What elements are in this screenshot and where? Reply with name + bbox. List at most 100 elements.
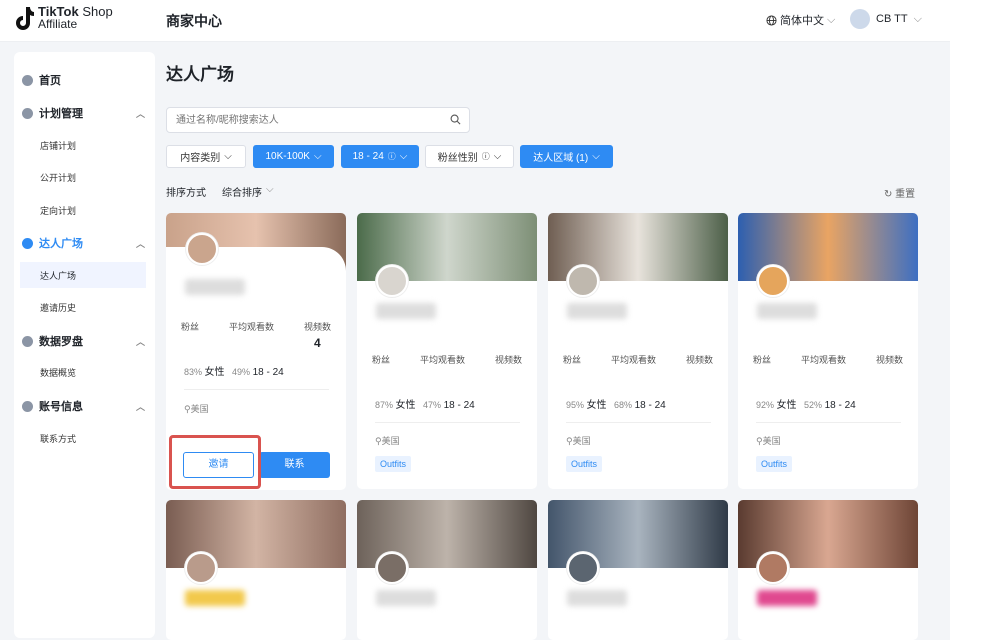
filter-content-category[interactable]: 内容类别 ⌵ xyxy=(166,145,246,168)
home-icon xyxy=(22,74,33,86)
search-icon[interactable] xyxy=(450,114,461,125)
reset-button[interactable]: ↻ 重置 xyxy=(884,185,915,200)
sort-dropdown[interactable]: 综合排序 ⌵ xyxy=(222,184,274,199)
filter-age-range[interactable]: 18 - 24 ⓘ ⌵ xyxy=(341,145,419,168)
creator-name-redacted xyxy=(757,303,817,319)
reset-label: 重置 xyxy=(895,189,916,200)
avg-views-label: 平均观看数 xyxy=(228,322,274,332)
sidebar-item-label: 达人广场 xyxy=(39,238,83,250)
chevron-down-icon: ⌵ xyxy=(399,151,408,162)
age-pct: 49% xyxy=(232,367,251,377)
chevron-down-icon: ⌵ xyxy=(592,151,600,162)
sidebar-item-targeted-plan[interactable]: 定向计划 xyxy=(14,197,155,223)
sidebar-item-account-info[interactable]: 账号信息 ︿ xyxy=(14,393,155,419)
sidebar-item-creator-square[interactable]: 达人广场 ︿ xyxy=(14,230,155,256)
filter-follower-gender[interactable]: 粉丝性别 ⓘ ⌵ xyxy=(425,145,514,168)
creator-card[interactable]: 粉丝 平均观看数 视频数 87% 女性 47% 18 - 24 ⚲美国 Outfit… xyxy=(357,213,537,489)
divider xyxy=(756,422,901,423)
sidebar-item-data-compass[interactable]: 数据罗盘 ︿ xyxy=(14,328,155,354)
region-label: 美国 xyxy=(762,436,781,446)
age-pct: 68% xyxy=(614,400,633,410)
age-pct: 52% xyxy=(804,400,823,410)
creator-name-redacted xyxy=(376,590,436,606)
age-range: 18 - 24 xyxy=(634,400,666,411)
user-menu[interactable]: CB TT ⌵ xyxy=(850,9,922,29)
creator-card[interactable] xyxy=(738,500,918,640)
avatar xyxy=(376,552,408,584)
filter-label: 内容类别 xyxy=(180,153,221,164)
brand-name-light: Shop xyxy=(78,4,113,19)
female-pct: 83% xyxy=(184,367,203,377)
chevron-down-icon: ⌵ xyxy=(224,151,232,162)
filter-followers-range[interactable]: 10K-100K ⌵ xyxy=(253,145,334,168)
plan-icon xyxy=(22,107,33,119)
sidebar-item-contact-info[interactable]: 联系方式 xyxy=(14,425,155,451)
sidebar-item-label: 定向计划 xyxy=(40,205,77,216)
brand-sub: Affiliate xyxy=(38,17,78,31)
creator-card[interactable] xyxy=(548,500,728,640)
sidebar-item-invite-history[interactable]: 邀请历史 xyxy=(14,294,155,320)
videos-label: 视频数 xyxy=(685,355,713,365)
female-label: 女性 xyxy=(776,400,797,411)
videos-label: 视频数 xyxy=(875,355,903,365)
divider xyxy=(566,422,711,423)
sidebar-item-public-plan[interactable]: 公开计划 xyxy=(14,164,155,190)
tiktok-shop-logo[interactable]: TikTok Shop Affiliate xyxy=(14,4,113,31)
refresh-icon: ↻ xyxy=(884,189,893,200)
chevron-down-icon: ⌵ xyxy=(266,184,274,195)
female-pct: 95% xyxy=(566,400,585,410)
sidebar-item-label: 数据罗盘 xyxy=(39,336,83,348)
sidebar-item-label: 账号信息 xyxy=(39,401,83,413)
account-icon xyxy=(22,400,33,412)
avatar xyxy=(186,233,218,265)
sidebar-item-shop-plan[interactable]: 店铺计划 xyxy=(14,132,155,158)
stats-header: 粉丝 平均观看数 视频数 xyxy=(357,353,537,366)
sidebar-item-label: 邀请历史 xyxy=(40,302,77,313)
stats-header: 粉丝 平均观看数 视频数 xyxy=(166,320,346,333)
creator-card[interactable] xyxy=(166,500,346,640)
location-pin-icon: ⚲ xyxy=(756,436,763,446)
stats-header: 粉丝 平均观看数 视频数 xyxy=(548,353,728,366)
chevron-down-icon: ⌵ xyxy=(493,151,502,162)
avatar xyxy=(567,265,599,297)
contact-button[interactable]: 联系 xyxy=(259,452,330,478)
region-label: 美国 xyxy=(572,436,591,446)
location-pin-icon: ⚲ xyxy=(184,404,191,414)
videos-label: 视频数 xyxy=(494,355,522,365)
sidebar-item-home[interactable]: 首页 xyxy=(14,67,155,93)
sidebar-item-plan-management[interactable]: 计划管理 ︿ xyxy=(14,100,155,126)
creator-region: ⚲美国 xyxy=(566,434,591,447)
chevron-up-icon: ︿ xyxy=(135,402,145,412)
compass-icon xyxy=(22,335,33,347)
female-label: 女性 xyxy=(395,400,416,411)
divider xyxy=(184,389,329,390)
creator-card[interactable]: 粉丝 平均观看数 视频数 92% 女性 52% 18 - 24 ⚲美国 Outfit… xyxy=(738,213,918,489)
tiktok-note-icon xyxy=(16,7,34,30)
audience-demographics: 92% 女性 52% 18 - 24 xyxy=(756,396,856,411)
creator-card[interactable] xyxy=(357,500,537,640)
category-tag: Outfits xyxy=(375,456,412,472)
filter-creator-region[interactable]: 达人区域 (1) ⌵ xyxy=(520,145,613,168)
chevron-down-icon: ⌵ xyxy=(913,12,922,25)
creator-card[interactable]: 粉丝 平均观看数 视频数 95% 女性 68% 18 - 24 ⚲美国 Outfit… xyxy=(548,213,728,489)
age-range: 18 - 24 xyxy=(824,400,856,411)
sidebar-item-creator-square-sub[interactable]: 达人广场 xyxy=(20,262,146,288)
avg-views-label: 平均观看数 xyxy=(610,355,656,365)
help-icon: ⓘ xyxy=(387,152,396,161)
female-label: 女性 xyxy=(204,367,225,378)
chevron-down-icon: ⌵ xyxy=(827,13,836,26)
sidebar-item-label: 店铺计划 xyxy=(40,140,77,151)
sidebar-item-data-overview[interactable]: 数据概览 xyxy=(14,359,155,385)
location-pin-icon: ⚲ xyxy=(566,436,573,446)
stats-header: 粉丝 平均观看数 视频数 xyxy=(738,353,918,366)
language-selector[interactable]: 简体中文 ⌵ xyxy=(766,12,835,28)
location-pin-icon: ⚲ xyxy=(375,436,382,446)
category-tag: Outfits xyxy=(756,456,793,472)
creator-name-redacted xyxy=(376,303,436,319)
page-title: 达人广场 xyxy=(166,65,234,84)
audience-demographics: 87% 女性 47% 18 - 24 xyxy=(375,396,475,411)
search-input[interactable] xyxy=(167,108,437,132)
chevron-up-icon: ︿ xyxy=(135,239,145,249)
creator-name-redacted xyxy=(185,590,245,606)
language-label: 简体中文 xyxy=(780,15,824,27)
